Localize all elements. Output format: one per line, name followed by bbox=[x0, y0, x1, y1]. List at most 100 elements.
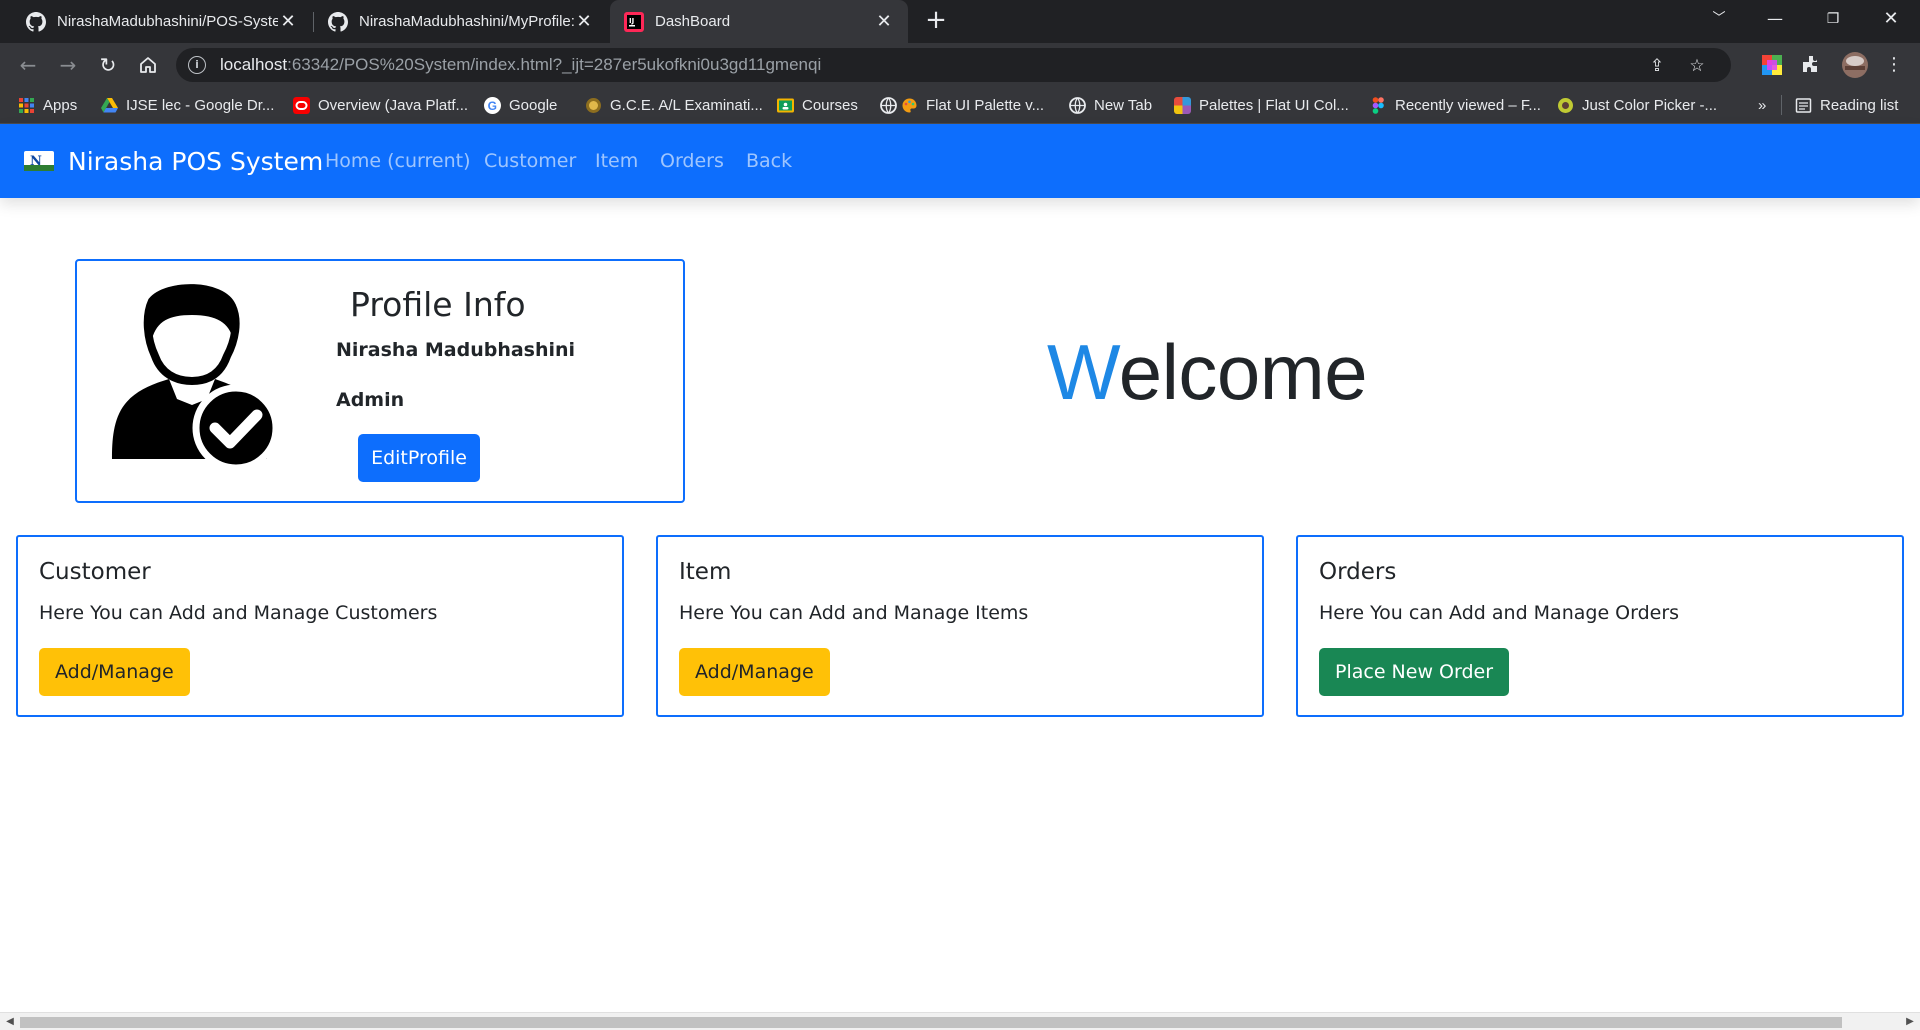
apps-grid-icon bbox=[19, 97, 34, 113]
bookmark-star-icon[interactable]: ☆ bbox=[1687, 56, 1707, 76]
bookmark-divider bbox=[1781, 95, 1782, 115]
site-info-icon[interactable]: i bbox=[188, 56, 206, 74]
tab-title: DashBoard bbox=[655, 13, 731, 30]
horizontal-scrollbar[interactable]: ◀ ▶ bbox=[0, 1012, 1920, 1030]
browser-tab-pos-repo[interactable]: NirashaMadubhashini/POS-Syste ✕ bbox=[12, 0, 312, 43]
nav-link-orders[interactable]: Orders bbox=[660, 124, 724, 198]
extensions-puzzle-icon[interactable] bbox=[1800, 53, 1824, 77]
url-text: localhost:63342/POS%20System/index.html?… bbox=[220, 55, 821, 75]
welcome-rest: elcome bbox=[1118, 328, 1368, 416]
reading-list-icon bbox=[1795, 97, 1812, 113]
bookmark-ijse-drive[interactable]: IJSE lec - Google Dr... bbox=[101, 87, 274, 123]
bookmark-label: Overview (Java Platf... bbox=[318, 96, 469, 114]
reading-list-label: Reading list bbox=[1820, 96, 1899, 114]
scrollbar-thumb[interactable] bbox=[20, 1017, 1842, 1028]
place-new-order-button[interactable]: Place New Order bbox=[1319, 648, 1510, 696]
share-icon[interactable]: ⇪ bbox=[1647, 56, 1667, 76]
edit-profile-button[interactable]: EditProfile bbox=[358, 434, 480, 482]
profile-title: Profile Info bbox=[350, 285, 526, 324]
profile-name: Nirasha Madubhashini bbox=[336, 339, 576, 361]
svg-text:N: N bbox=[30, 154, 42, 169]
figma-icon bbox=[1372, 96, 1384, 114]
nav-link-home[interactable]: Home (current) bbox=[325, 124, 471, 198]
scroll-left-arrow-icon[interactable]: ◀ bbox=[2, 1014, 18, 1030]
bookmark-figma-recent[interactable]: Recently viewed – F... bbox=[1370, 87, 1541, 123]
bookmark-label: Google bbox=[509, 96, 558, 114]
bookmark-label: Apps bbox=[43, 96, 78, 114]
svg-text:IJ: IJ bbox=[629, 17, 634, 25]
google-drive-icon bbox=[101, 97, 118, 112]
reload-icon[interactable]: ↻ bbox=[92, 49, 124, 81]
card-text: Here You can Add and Manage Orders bbox=[1319, 602, 1680, 624]
close-tab-icon[interactable]: ✕ bbox=[278, 11, 298, 32]
item-card: Item Here You can Add and Manage Items A… bbox=[656, 535, 1264, 717]
bookmark-apps[interactable]: Apps bbox=[18, 87, 77, 123]
reading-list-button[interactable]: Reading list bbox=[1795, 87, 1898, 123]
bookmark-google[interactable]: G Google bbox=[484, 87, 557, 123]
user-verified-icon bbox=[112, 284, 277, 471]
browser-tabstrip: NirashaMadubhashini/POS-Syste ✕ NirashaM… bbox=[0, 0, 1920, 43]
nav-link-customer[interactable]: Customer bbox=[484, 124, 576, 198]
color-picker-icon bbox=[1558, 97, 1573, 113]
bookmark-label: Flat UI Palette v... bbox=[926, 96, 1045, 114]
bookmark-label: Recently viewed – F... bbox=[1395, 96, 1541, 114]
brand-logo-icon: N bbox=[24, 151, 54, 171]
globe-icon bbox=[880, 96, 897, 114]
navbar-brand[interactable]: N Nirasha POS System bbox=[24, 124, 323, 198]
profile-role: Admin bbox=[336, 389, 405, 411]
home-icon[interactable] bbox=[132, 49, 164, 81]
welcome-heading: Welcome bbox=[1047, 327, 1368, 418]
close-window-icon[interactable]: ✕ bbox=[1868, 0, 1914, 38]
browser-toolbar: ← → ↻ i localhost:63342/POS%20System/ind… bbox=[0, 43, 1920, 87]
bookmarks-overflow-button[interactable]: » bbox=[1758, 87, 1766, 123]
tab-title: NirashaMadubhashini/POS-Syste bbox=[57, 13, 278, 30]
svg-text:G: G bbox=[488, 99, 497, 113]
welcome-first-letter: W bbox=[1047, 328, 1119, 416]
bookmark-label: New Tab bbox=[1094, 96, 1153, 114]
forward-arrow-icon[interactable]: → bbox=[52, 49, 84, 81]
close-tab-icon[interactable]: ✕ bbox=[574, 11, 594, 32]
card-title: Orders bbox=[1319, 559, 1397, 585]
customer-add-manage-button[interactable]: Add/Manage bbox=[39, 648, 190, 696]
card-title: Item bbox=[679, 559, 732, 585]
address-bar[interactable]: i localhost:63342/POS%20System/index.htm… bbox=[176, 48, 1731, 82]
bookmark-label: Courses bbox=[802, 96, 858, 114]
bookmark-palettes-flat-ui[interactable]: Palettes | Flat UI Col... bbox=[1174, 87, 1349, 123]
profile-info-card: Profile Info Nirasha Madubhashini Admin … bbox=[75, 259, 685, 503]
palette-icon bbox=[902, 98, 917, 112]
bookmark-just-color-picker[interactable]: Just Color Picker -... bbox=[1557, 87, 1717, 123]
card-text: Here You can Add and Manage Customers bbox=[39, 602, 438, 624]
card-title: Customer bbox=[39, 559, 151, 585]
customer-card: Customer Here You can Add and Manage Cus… bbox=[16, 535, 624, 717]
url-path: :63342/POS%20System/index.html?_ijt=287e… bbox=[287, 55, 822, 74]
bookmark-flat-ui-palette[interactable]: Flat UI Palette v... bbox=[880, 87, 1044, 123]
intellij-icon: IJ bbox=[624, 11, 644, 32]
bookmark-new-tab[interactable]: New Tab bbox=[1069, 87, 1152, 123]
browser-menu-icon[interactable]: ⋮ bbox=[1878, 49, 1910, 81]
back-arrow-icon[interactable]: ← bbox=[12, 49, 44, 81]
github-icon bbox=[26, 11, 46, 32]
bookmark-gce-al[interactable]: G.C.E. A/L Examinati... bbox=[585, 87, 763, 123]
bookmarks-bar: Apps IJSE lec - Google Dr... Overview (J… bbox=[0, 87, 1920, 124]
bookmark-courses[interactable]: Courses bbox=[777, 87, 858, 123]
color-palette-extension-icon[interactable] bbox=[1760, 53, 1784, 77]
restore-icon[interactable]: ❐ bbox=[1810, 0, 1856, 38]
classroom-icon bbox=[777, 98, 794, 112]
bookmark-label: G.C.E. A/L Examinati... bbox=[610, 96, 763, 114]
nav-link-back[interactable]: Back bbox=[746, 124, 792, 198]
minimize-icon[interactable]: — bbox=[1752, 0, 1798, 38]
new-tab-button[interactable]: + bbox=[922, 5, 950, 35]
github-icon bbox=[328, 11, 348, 32]
profile-avatar-icon[interactable] bbox=[1841, 51, 1869, 79]
card-text: Here You can Add and Manage Items bbox=[679, 602, 1029, 624]
tab-search-icon[interactable]: ﹀ bbox=[1696, 0, 1742, 38]
browser-tab-myprofile-repo[interactable]: NirashaMadubhashini/MyProfile: ✕ bbox=[314, 0, 608, 43]
brand-name: Nirasha POS System bbox=[68, 146, 324, 176]
close-tab-icon[interactable]: ✕ bbox=[874, 11, 894, 32]
item-add-manage-button[interactable]: Add/Manage bbox=[679, 648, 830, 696]
app-navbar: N Nirasha POS System Home (current) Cust… bbox=[0, 124, 1920, 198]
bookmark-java-overview[interactable]: Overview (Java Platf... bbox=[293, 87, 468, 123]
browser-tab-dashboard[interactable]: IJ DashBoard ✕ bbox=[610, 0, 908, 43]
scroll-right-arrow-icon[interactable]: ▶ bbox=[1902, 1014, 1918, 1030]
nav-link-item[interactable]: Item bbox=[595, 124, 638, 198]
